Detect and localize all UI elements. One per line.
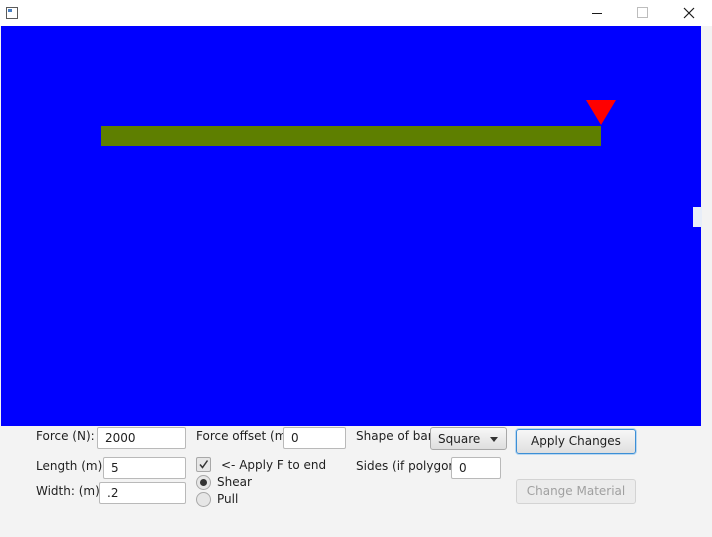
apply-to-end-checkbox[interactable] bbox=[196, 457, 211, 472]
window-edge bbox=[701, 26, 712, 426]
beam-bar bbox=[101, 126, 601, 146]
force-label: Force (N): bbox=[36, 429, 95, 443]
close-button[interactable] bbox=[666, 0, 712, 26]
minimize-button[interactable] bbox=[574, 0, 620, 26]
title-bar bbox=[0, 0, 712, 26]
force-offset-input[interactable]: 0 bbox=[283, 427, 346, 449]
force-input[interactable]: 2000 bbox=[97, 427, 186, 449]
checkmark-icon bbox=[199, 460, 209, 469]
force-arrow-icon bbox=[586, 100, 616, 125]
width-input[interactable]: .2 bbox=[99, 482, 186, 504]
sides-input[interactable]: 0 bbox=[451, 457, 501, 479]
length-label: Length (m): bbox=[36, 459, 107, 473]
pull-radio[interactable] bbox=[196, 492, 211, 507]
close-icon bbox=[683, 7, 695, 19]
shape-select-value: Square bbox=[438, 432, 481, 446]
app-icon bbox=[6, 7, 18, 19]
resize-handle[interactable] bbox=[693, 207, 702, 227]
apply-changes-button[interactable]: Apply Changes bbox=[516, 429, 636, 454]
width-label: Width: (m) bbox=[36, 484, 100, 498]
beam-canvas bbox=[1, 26, 701, 426]
shape-label: Shape of bar: bbox=[356, 429, 437, 443]
change-material-button[interactable]: Change Material bbox=[516, 479, 636, 504]
pull-label: Pull bbox=[217, 492, 239, 506]
sides-label: Sides (if polygon): bbox=[356, 459, 465, 473]
shear-label: Shear bbox=[217, 475, 252, 489]
length-input[interactable]: 5 bbox=[103, 457, 186, 479]
force-offset-label: Force offset (m): bbox=[196, 429, 296, 443]
shape-select[interactable]: Square bbox=[430, 427, 507, 450]
shear-radio[interactable] bbox=[196, 475, 211, 490]
maximize-button[interactable] bbox=[620, 0, 666, 26]
chevron-down-icon bbox=[490, 437, 498, 442]
apply-to-end-label: <- Apply F to end bbox=[221, 458, 327, 472]
